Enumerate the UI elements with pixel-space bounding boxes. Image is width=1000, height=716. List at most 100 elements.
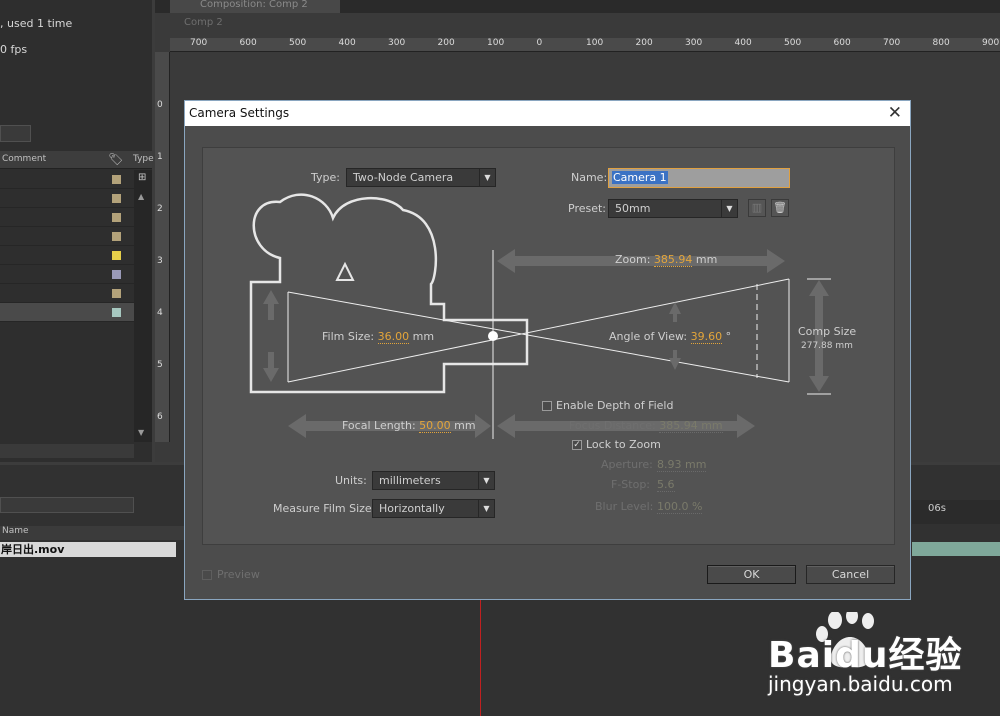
preview-label: Preview — [217, 568, 260, 581]
time-label: 06s — [928, 503, 946, 514]
project-item-row[interactable] — [0, 303, 134, 322]
measure-film-size-label: Measure Film Size: — [273, 502, 376, 515]
label-color-swatch[interactable] — [112, 194, 121, 203]
preset-value: 50mm — [615, 202, 651, 215]
ruler-tick-label: 700 — [883, 38, 901, 48]
focal-length-unit: mm — [454, 419, 476, 432]
label-color-swatch[interactable] — [112, 175, 121, 184]
composition-breadcrumb[interactable]: Comp 2 — [184, 17, 223, 28]
ruler-tick-label: 500 — [784, 38, 802, 48]
depth-of-field-label: Enable Depth of Field — [556, 399, 674, 412]
ruler-tick-label: 200 — [635, 38, 653, 48]
ruler-tick-label: 100 — [586, 38, 604, 48]
trash-icon[interactable]: 🗑 — [771, 199, 789, 217]
camera-name-field[interactable]: Camera 1 — [608, 168, 790, 188]
zoom-label: Zoom: — [615, 253, 651, 266]
ruler-tick-label: 600 — [833, 38, 851, 48]
project-item-row[interactable] — [0, 170, 134, 189]
angle-of-view-unit: ° — [725, 330, 732, 343]
ruler-tick-label: 700 — [190, 38, 208, 48]
project-item-row[interactable] — [0, 227, 134, 246]
preview-checkbox[interactable] — [202, 570, 212, 580]
name-column-header[interactable]: Name — [2, 526, 29, 536]
focus-distance-value: 385.94 mm — [659, 419, 723, 433]
ruler-tick-label: 600 — [239, 38, 257, 48]
ok-button[interactable]: OK — [707, 565, 796, 584]
label-color-swatch[interactable] — [112, 251, 121, 260]
ruler-tick-label: 2 — [157, 204, 163, 214]
zoom-value[interactable]: 385.94 — [653, 253, 693, 267]
project-item-row[interactable] — [0, 284, 134, 303]
baidu-brand-text: Baidu经验 — [768, 635, 963, 676]
units-value: millimeters — [379, 474, 441, 487]
camera-node-point[interactable] — [488, 331, 498, 341]
dialog-title: Camera Settings — [189, 106, 290, 120]
current-time-indicator[interactable] — [480, 600, 481, 716]
depth-of-field-checkbox[interactable] — [542, 401, 552, 411]
angle-of-view-label: Angle of View: — [609, 330, 688, 343]
aperture-value-wrap: 8.93 mm — [657, 458, 707, 472]
ruler-tick-label: 3 — [157, 256, 163, 266]
fstop-label: F-Stop: — [611, 478, 651, 491]
project-item-row[interactable] — [0, 246, 134, 265]
label-color-swatch[interactable] — [112, 289, 121, 298]
blur-level-value: 100.0 % — [657, 500, 703, 514]
chevron-down-icon: ▼ — [721, 200, 737, 217]
close-icon[interactable]: ✕ — [888, 101, 902, 125]
cancel-button[interactable]: Cancel — [806, 565, 895, 584]
focal-length-label: Focal Length: — [342, 419, 416, 432]
chevron-down-icon: ▼ — [479, 169, 495, 186]
ruler-tick-label: 0 — [157, 100, 163, 110]
label-color-swatch[interactable] — [112, 270, 121, 279]
label-color-swatch[interactable] — [112, 232, 121, 241]
timeline-time-ruler[interactable]: 06s — [912, 500, 1000, 524]
project-item-row[interactable] — [0, 189, 134, 208]
camera-type-dropdown[interactable]: Two-Node Camera ▼ — [346, 168, 496, 187]
flowchart-icon[interactable]: ⊞ — [138, 172, 146, 183]
type-column-header[interactable]: Type — [133, 154, 154, 164]
measure-film-size-value: Horizontally — [379, 502, 445, 515]
project-item-row[interactable] — [0, 265, 134, 284]
timeline-layer-bar[interactable] — [912, 542, 1000, 556]
zoom-readout: Zoom: 385.94 mm — [615, 253, 718, 267]
focal-length-readout: Focal Length: 50.00 mm — [342, 419, 476, 433]
label-tag-icon[interactable]: 🏷 — [108, 152, 123, 166]
measure-film-size-dropdown[interactable]: Horizontally ▼ — [372, 499, 495, 518]
ruler-tick-label: 200 — [437, 38, 455, 48]
timeline-layer-name[interactable]: 岸日出.mov — [0, 542, 176, 557]
ruler-horizontal: 700 600 500 400 300 200 100 0 100 200 300 400 500 600… — [170, 38, 1000, 52]
label-color-swatch[interactable] — [112, 213, 121, 222]
focus-distance-readout: Focus Distance: 385.94 mm — [569, 419, 723, 433]
ruler-tick-label: 100 — [487, 38, 505, 48]
save-preset-icon[interactable]: ▥ — [748, 199, 766, 217]
baidu-url-text: jingyan.baidu.com — [768, 672, 953, 696]
units-dropdown[interactable]: millimeters ▼ — [372, 471, 495, 490]
ruler-tick-label: 500 — [289, 38, 307, 48]
ruler-tick-label: 0 — [536, 38, 543, 48]
project-panel: , used 1 time 0 fps Comment 🏷 Type ⊞ ▲ ▼ — [0, 0, 154, 462]
dialog-titlebar[interactable]: Camera Settings — [185, 101, 910, 126]
label-color-swatch[interactable] — [112, 308, 121, 317]
project-search-input[interactable] — [0, 125, 31, 142]
comment-column-header[interactable]: Comment — [2, 154, 46, 164]
aperture-value: 8.93 mm — [657, 458, 707, 472]
angle-of-view-readout: Angle of View: 39.60 ° — [609, 330, 732, 344]
type-label: Type: — [311, 171, 340, 184]
chevron-down-icon: ▼ — [478, 472, 494, 489]
project-item-row[interactable] — [0, 208, 134, 227]
preset-dropdown[interactable]: 50mm ▼ — [608, 199, 738, 218]
project-scrollbar[interactable]: ⊞ ▲ ▼ — [134, 170, 152, 442]
focal-length-value[interactable]: 50.00 — [419, 419, 451, 433]
lock-to-zoom-checkbox[interactable]: ✓ — [572, 440, 582, 450]
film-size-value[interactable]: 36.00 — [377, 330, 410, 344]
zoom-unit: mm — [695, 253, 718, 266]
scroll-up-icon[interactable]: ▲ — [138, 192, 144, 201]
scroll-down-icon[interactable]: ▼ — [138, 428, 144, 437]
chevron-down-icon: ▼ — [478, 500, 494, 517]
comp-size-label: Comp Size — [798, 325, 857, 338]
timeline-search-input[interactable] — [0, 497, 134, 513]
ruler-tick-label: 900 — [982, 38, 1000, 48]
composition-tab[interactable]: Composition: Comp 2 — [170, 0, 340, 13]
angle-of-view-value[interactable]: 39.60 — [690, 330, 723, 344]
ruler-tick-label: 6 — [157, 412, 163, 422]
